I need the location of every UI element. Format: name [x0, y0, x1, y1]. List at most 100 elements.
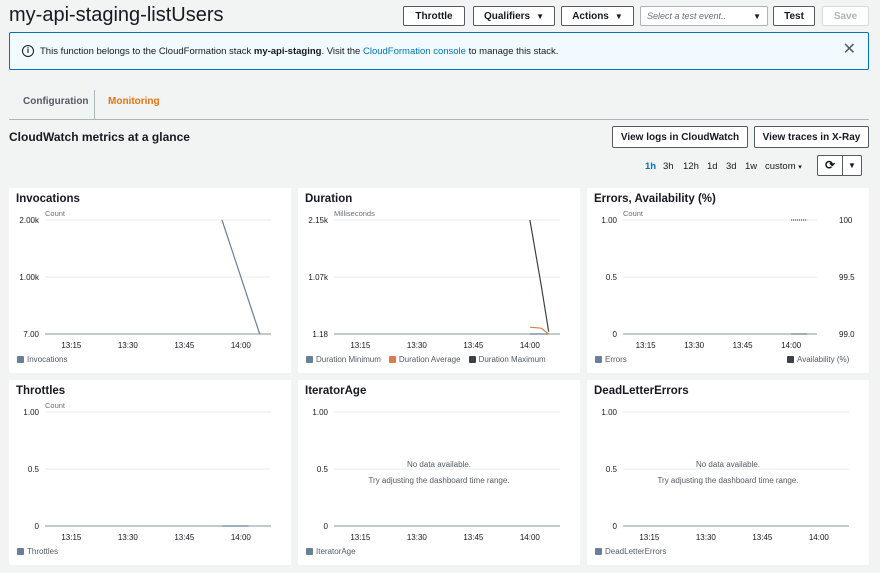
test-event-placeholder: Select a test event..	[647, 11, 727, 21]
y-tick-label: 0	[35, 522, 40, 531]
range-1h[interactable]: 1h	[645, 161, 656, 172]
axis-unit-label: Milliseconds	[334, 209, 375, 218]
legend-label: Availability (%)	[797, 355, 850, 364]
throttle-button-label: Throttle	[415, 10, 453, 22]
info-circle-icon: i	[22, 45, 34, 57]
legend-item[interactable]: Throttles	[17, 547, 58, 556]
y-tick-label: 7.00	[23, 330, 39, 339]
y2-tick-label: 99.0	[839, 330, 855, 339]
legend-label: Duration Average	[398, 355, 461, 364]
range-custom-label: custom	[765, 161, 796, 172]
chart-svg: Count 2.00k 1.00k 7.00 13:15 13:30 13:45 14:00	[19, 209, 271, 350]
range-3d[interactable]: 3d	[726, 161, 737, 172]
x-tick-label: 13:15	[61, 341, 82, 350]
legend-swatch	[306, 356, 313, 363]
y-tick-label: 2.15k	[308, 216, 329, 225]
range-1d[interactable]: 1d	[707, 161, 718, 172]
y2-tick-label: 100	[839, 216, 853, 225]
series-line	[529, 219, 550, 332]
test-button-label: Test	[784, 10, 804, 22]
actions-dropdown[interactable]: Actions ▼	[561, 6, 634, 26]
y-tick-label: 0	[613, 330, 618, 339]
x-tick-label: 13:30	[696, 533, 717, 542]
legend-item[interactable]: Errors	[595, 355, 627, 364]
caret-down-icon: ▼	[536, 11, 545, 21]
view-logs-label: View logs in CloudWatch	[620, 131, 740, 143]
legend-item[interactable]: Duration Maximum	[468, 355, 546, 364]
y2-tick-label: 99.5	[839, 273, 855, 282]
range-3h[interactable]: 3h	[663, 161, 674, 172]
caret-down-icon[interactable]: ▼	[842, 155, 862, 176]
legend-item[interactable]: Duration Average	[388, 355, 461, 364]
chart-panel-iteratorage: IteratorAge 1.00 0.5 0 13:15 13:30 13:45 14:00…	[298, 380, 580, 565]
y-tick-label: 1.00	[312, 408, 328, 417]
x-tick-label: 13:15	[350, 341, 371, 350]
refresh-icon[interactable]: ⟳	[817, 155, 843, 176]
x-tick-label: 13:15	[636, 341, 657, 350]
x-tick-label: 14:00	[231, 341, 252, 350]
y-tick-label: 0	[324, 522, 329, 531]
banner-text-2: . Visit the	[321, 46, 363, 57]
legend-label: IteratorAge	[316, 547, 356, 556]
legend-item[interactable]: DeadLetterErrors	[595, 547, 666, 556]
x-tick-label: 14:00	[809, 533, 830, 542]
chart-panel-duration: Duration Milliseconds 2.15k 1.07k 1.18 13:15…	[298, 188, 580, 373]
x-tick-label: 13:15	[61, 533, 82, 542]
y-tick-label: 0	[613, 522, 618, 531]
y-tick-label: 1.07k	[308, 273, 329, 282]
series-line	[529, 326, 550, 335]
legend-item[interactable]: Duration Minimum	[306, 355, 381, 364]
chart-panel-deadlettererrors: DeadLetterErrors 1.00 0.5 0 13:15 13:30 13:45…	[587, 380, 869, 565]
qualifiers-dropdown[interactable]: Qualifiers ▼	[473, 6, 555, 26]
y-tick-label: 1.00k	[19, 273, 40, 282]
chart-svg: Milliseconds 2.15k 1.07k 1.18 13:15 13:30 13:4…	[308, 209, 560, 350]
tab-configuration[interactable]: Configuration	[23, 96, 89, 107]
legend-label: Invocations	[27, 355, 68, 364]
close-icon[interactable]: ✕	[843, 42, 856, 58]
chart-legend: Invocations	[17, 355, 67, 364]
cloudformation-console-link[interactable]: CloudFormation console	[363, 46, 466, 57]
x-tick-label: 14:00	[520, 533, 541, 542]
chart-legend: Throttles	[17, 547, 58, 556]
chart-panel-invocations: Invocations Count 2.00k 1.00k 7.00 13:15 13:3…	[9, 188, 291, 373]
legend-swatch	[17, 548, 24, 555]
axis-unit-label: Count	[45, 209, 66, 218]
y-tick-label: 1.00	[601, 216, 617, 225]
range-12h[interactable]: 12h	[683, 161, 699, 172]
legend-item[interactable]: IteratorAge	[306, 547, 356, 556]
chart-legend: Errors	[595, 355, 627, 364]
tab-monitoring[interactable]: Monitoring	[108, 96, 160, 107]
view-traces-button[interactable]: View traces in X-Ray	[754, 126, 869, 148]
save-button[interactable]: Save	[822, 6, 869, 26]
chart-panel-throttles: Throttles Count 1.00 0.5 0 13:15 13:30 13:45 14…	[9, 380, 291, 565]
caret-down-icon: ▼	[614, 11, 623, 21]
throttle-button[interactable]: Throttle	[403, 6, 465, 26]
axis-unit-label: Count	[623, 209, 644, 218]
test-event-select[interactable]: Select a test event.. ▼	[640, 6, 768, 26]
legend-item[interactable]: Availability (%)	[787, 355, 849, 364]
x-tick-label: 13:45	[174, 341, 195, 350]
range-custom[interactable]: custom ▾	[765, 161, 802, 172]
legend-label: Duration Minimum	[316, 355, 381, 364]
actions-label: Actions	[572, 10, 609, 22]
chart-legend: Duration Minimum Duration Average Duration…	[306, 355, 546, 364]
axis-unit-label: Count	[45, 401, 66, 410]
test-button[interactable]: Test	[773, 6, 815, 26]
range-1w[interactable]: 1w	[745, 161, 757, 172]
chart-panel-errors-availability: Errors, Availability (%) Count 1.00 0.5 0 10…	[587, 188, 869, 373]
qualifiers-label: Qualifiers	[483, 10, 531, 22]
legend-item[interactable]: Invocations	[17, 355, 67, 364]
x-tick-label: 13:45	[733, 341, 754, 350]
chart-legend: DeadLetterErrors	[595, 547, 666, 556]
no-data-message: No data available.	[695, 460, 761, 469]
y-tick-label: 0.5	[606, 273, 618, 282]
legend-swatch	[388, 356, 396, 363]
legend-swatch	[468, 356, 476, 363]
y-tick-label: 2.00k	[19, 216, 40, 225]
x-tick-label: 13:45	[174, 533, 195, 542]
y-tick-label: 1.18	[312, 330, 328, 339]
legend-label: DeadLetterErrors	[605, 547, 667, 556]
tab-divider	[94, 90, 95, 120]
x-tick-label: 13:30	[118, 533, 139, 542]
view-logs-button[interactable]: View logs in CloudWatch	[612, 126, 748, 148]
